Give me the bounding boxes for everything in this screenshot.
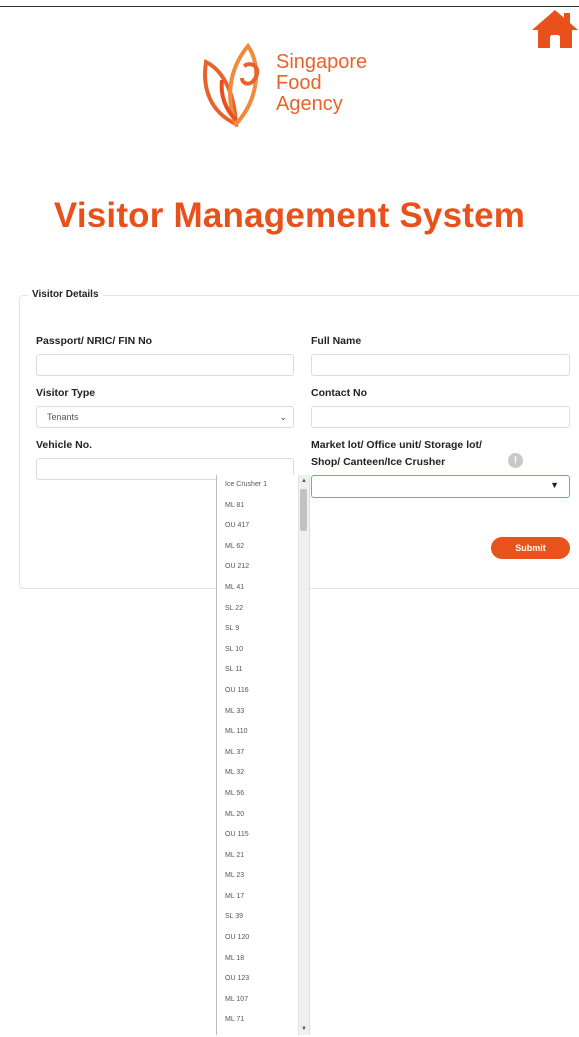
dropdown-option[interactable]: ML 62 [217,537,297,558]
home-icon[interactable] [530,8,579,50]
dropdown-option[interactable]: OU 115 [217,825,297,846]
dropdown-option[interactable]: ML 56 [217,784,297,805]
dropdown-option[interactable]: SL 9 [217,619,297,640]
chevron-down-icon: ⌄ [279,412,287,422]
page: Singapore Food Agency Visitor Management… [0,0,579,1037]
scroll-up-icon[interactable]: ▲ [299,475,309,487]
visitor-type-label: Visitor Type [36,387,96,399]
contact-input[interactable] [311,406,570,428]
unit-dropdown-list[interactable]: Ice Crusher 1 ML 81 OU 417 ML 62 OU 212 ML 41… [216,475,310,1035]
dropdown-option[interactable]: OU 116 [217,681,297,702]
dropdown-option[interactable]: ML 71 [217,1010,297,1031]
dropdown-option[interactable]: OU 120 [217,928,297,949]
vehicle-label: Vehicle No. [36,439,93,451]
dropdown-option[interactable]: ML 110 [217,722,297,743]
dropdown-option[interactable]: SL 22 [217,599,297,620]
logo-line-singapore: Singapore [276,51,368,73]
top-divider [0,6,579,7]
scroll-down-icon[interactable]: ▼ [299,1023,309,1035]
scroll-thumb[interactable] [300,489,307,531]
dropdown-option[interactable]: OU 417 [217,516,297,537]
dropdown-option[interactable]: SL 10 [217,640,297,661]
dropdown-option[interactable]: ML 41 [217,578,297,599]
dropdown-option[interactable]: SL 11 [217,660,297,681]
caret-down-icon: ▼ [550,480,559,490]
dropdown-option[interactable]: ML 23 [217,866,297,887]
dropdown-scrollbar[interactable]: ▲ ▼ [298,475,309,1035]
unit-select[interactable]: ▼ [311,475,570,498]
dropdown-option[interactable]: ML 21 [217,846,297,867]
fieldset-legend: Visitor Details [28,289,103,300]
passport-input[interactable] [36,354,294,376]
sfa-logo: Singapore Food Agency [196,40,396,130]
dropdown-option[interactable]: SL 39 [217,907,297,928]
full-name-input[interactable] [311,354,570,376]
dropdown-option[interactable]: OU 123 [217,969,297,990]
logo-line-food: Food [276,72,322,94]
dropdown-option[interactable]: ML 32 [217,763,297,784]
passport-label: Passport/ NRIC/ FIN No [36,335,153,347]
submit-button[interactable]: Submit [491,537,570,559]
leaf-logo-icon [203,42,260,128]
dropdown-option[interactable]: ML 17 [217,887,297,908]
dropdown-options: Ice Crusher 1 ML 81 OU 417 ML 62 OU 212 ML 41… [217,475,297,1031]
home-button[interactable] [530,8,579,50]
dropdown-option[interactable]: Ice Crusher 1 [217,475,297,496]
dropdown-option[interactable]: ML 20 [217,805,297,826]
unit-label-line1: Market lot/ Office unit/ Storage lot/ [311,439,482,451]
dropdown-option[interactable]: ML 18 [217,949,297,970]
full-name-label: Full Name [311,335,362,347]
page-title: Visitor Management System [53,196,526,235]
logo-line-agency: Agency [276,93,343,115]
dropdown-option[interactable]: ML 37 [217,743,297,764]
dropdown-option[interactable]: ML 33 [217,702,297,723]
visitor-type-value: Tenants [47,412,79,422]
contact-label: Contact No [311,387,367,399]
visitor-type-select[interactable]: Tenants ⌄ [36,406,294,428]
dropdown-option[interactable]: OU 212 [217,557,297,578]
unit-label-line2: Shop/ Canteen/Ice Crusher [311,456,446,468]
dropdown-option[interactable]: ML 107 [217,990,297,1011]
info-icon[interactable]: ! [508,453,523,468]
dropdown-option[interactable]: ML 81 [217,496,297,517]
logo-text: Singapore Food Agency [276,52,367,115]
